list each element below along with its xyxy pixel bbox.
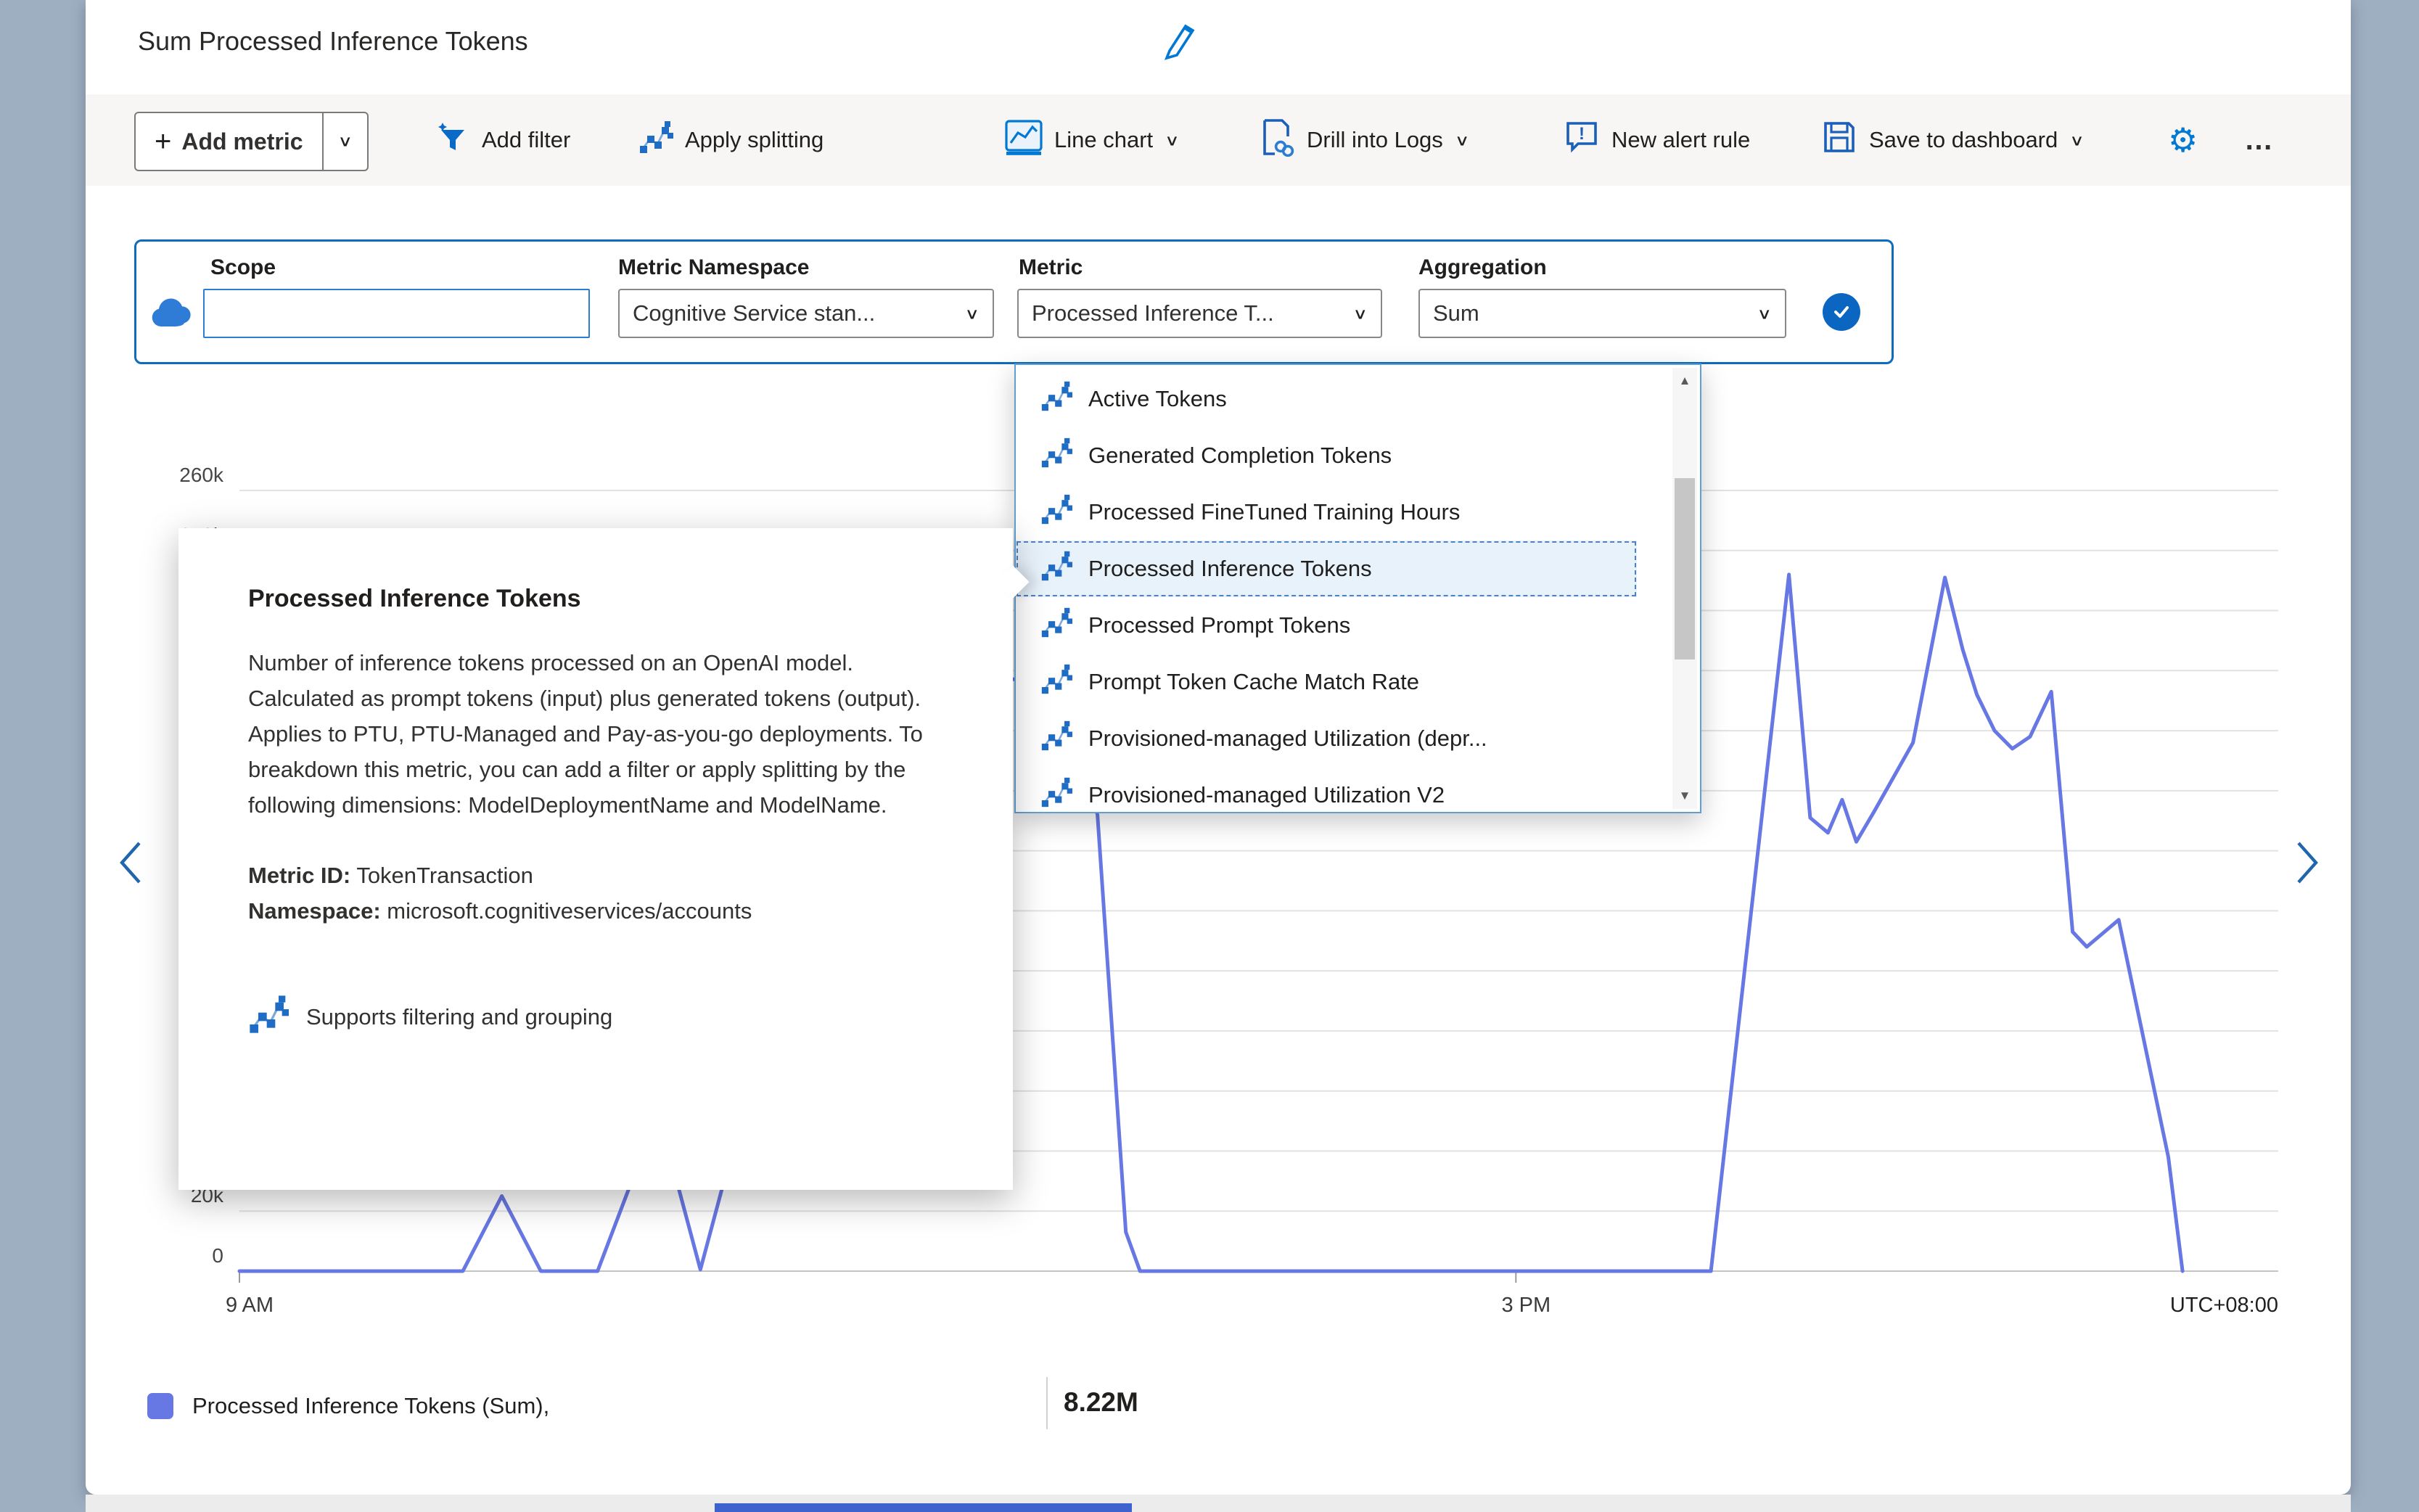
dropdown-scrollbar[interactable]: ▲ ▼	[1672, 368, 1697, 809]
svg-text:0: 0	[212, 1244, 223, 1267]
card-bottom-strip	[86, 1495, 2351, 1512]
legend-divider	[1046, 1377, 1048, 1429]
metrics-chart-card: Sum Processed Inference Tokens + Add met…	[86, 0, 2351, 1495]
tooltip-metric-id-row: Metric ID: TokenTransaction	[248, 858, 943, 893]
bottom-accent-bar	[715, 1503, 1132, 1512]
legend-series-label[interactable]: Processed Inference Tokens (Sum),	[192, 1393, 549, 1419]
metric-dropdown-item[interactable]: Processed FineTuned Training Hours	[1016, 484, 1637, 541]
svg-text:260k: 260k	[179, 464, 224, 486]
metric-scatter-icon	[1040, 493, 1072, 531]
metric-scatter-icon	[1040, 550, 1072, 588]
metric-scatter-icon	[1040, 720, 1072, 757]
metric-dropdown-item[interactable]: Provisioned-managed Utilization V2	[1016, 767, 1637, 813]
pan-right-chevron-button[interactable]	[2291, 839, 2323, 890]
namespace-value: microsoft.cognitiveservices/accounts	[387, 898, 752, 924]
metric-dropdown-item[interactable]: Processed Prompt Tokens	[1016, 597, 1637, 654]
metric-dropdown-item-label: Processed Prompt Tokens	[1088, 612, 1350, 638]
metric-dropdown-item-label: Processed Inference Tokens	[1088, 556, 1372, 582]
metric-dropdown-item-label: Provisioned-managed Utilization V2	[1088, 782, 1445, 808]
metric-scatter-icon	[1040, 607, 1072, 644]
metric-scatter-icon	[1040, 776, 1072, 813]
metric-dropdown-item-label: Generated Completion Tokens	[1088, 443, 1392, 469]
metric-dropdown-item-label: Processed FineTuned Training Hours	[1088, 499, 1460, 525]
metric-dropdown-item-label: Prompt Token Cache Match Rate	[1088, 669, 1419, 695]
tooltip-namespace-row: Namespace: microsoft.cognitiveservices/a…	[248, 893, 943, 929]
metric-id-value: TokenTransaction	[356, 863, 533, 888]
metric-dropdown-item-label: Active Tokens	[1088, 386, 1227, 412]
tooltip-footer-text: Supports filtering and grouping	[306, 1004, 612, 1030]
metric-dropdown-flyout: Active Tokens Generated Completion Token…	[1014, 363, 1701, 813]
metric-scatter-icon	[1040, 663, 1072, 701]
metric-id-label: Metric ID:	[248, 863, 350, 888]
metric-info-tooltip: Processed Inference Tokens Number of inf…	[178, 528, 1013, 1190]
metric-dropdown-item[interactable]: Processed Inference Tokens	[1016, 541, 1637, 597]
namespace-label: Namespace:	[248, 898, 381, 924]
scrollbar-thumb[interactable]	[1675, 478, 1695, 660]
svg-text:3 PM: 3 PM	[1501, 1294, 1551, 1317]
metric-dropdown-item[interactable]: Active Tokens	[1016, 371, 1637, 427]
tooltip-footer: Supports filtering and grouping	[248, 994, 943, 1040]
metric-scatter-icon	[1040, 437, 1072, 474]
svg-text:9 AM: 9 AM	[226, 1294, 274, 1317]
tooltip-title: Processed Inference Tokens	[248, 585, 943, 613]
tooltip-description: Number of inference tokens processed on …	[248, 645, 945, 823]
scroll-up-button[interactable]: ▲	[1672, 368, 1697, 394]
metric-scatter-icon	[1040, 380, 1072, 418]
svg-text:UTC+08:00: UTC+08:00	[2170, 1294, 2278, 1317]
legend-color-swatch[interactable]	[147, 1393, 173, 1419]
legend-row[interactable]: Processed Inference Tokens (Sum),	[147, 1380, 549, 1432]
scroll-down-button[interactable]: ▼	[1672, 783, 1697, 809]
pan-left-chevron-button[interactable]	[115, 839, 147, 890]
metric-dropdown-item[interactable]: Provisioned-managed Utilization (depr...	[1016, 710, 1637, 767]
metric-dropdown-item-label: Provisioned-managed Utilization (depr...	[1088, 726, 1487, 752]
metric-dropdown-item[interactable]: Generated Completion Tokens	[1016, 427, 1637, 484]
metric-dropdown-item[interactable]: Prompt Token Cache Match Rate	[1016, 654, 1637, 710]
legend-series-total: 8.22M	[1064, 1387, 1138, 1418]
metric-scatter-icon	[248, 994, 289, 1040]
